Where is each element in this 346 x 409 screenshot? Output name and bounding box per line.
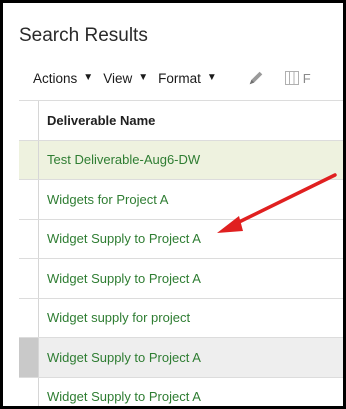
search-results-panel: Search Results Actions ▼ View ▼ Format ▼…: [0, 0, 346, 409]
annotation-arrow-icon: [217, 173, 337, 233]
